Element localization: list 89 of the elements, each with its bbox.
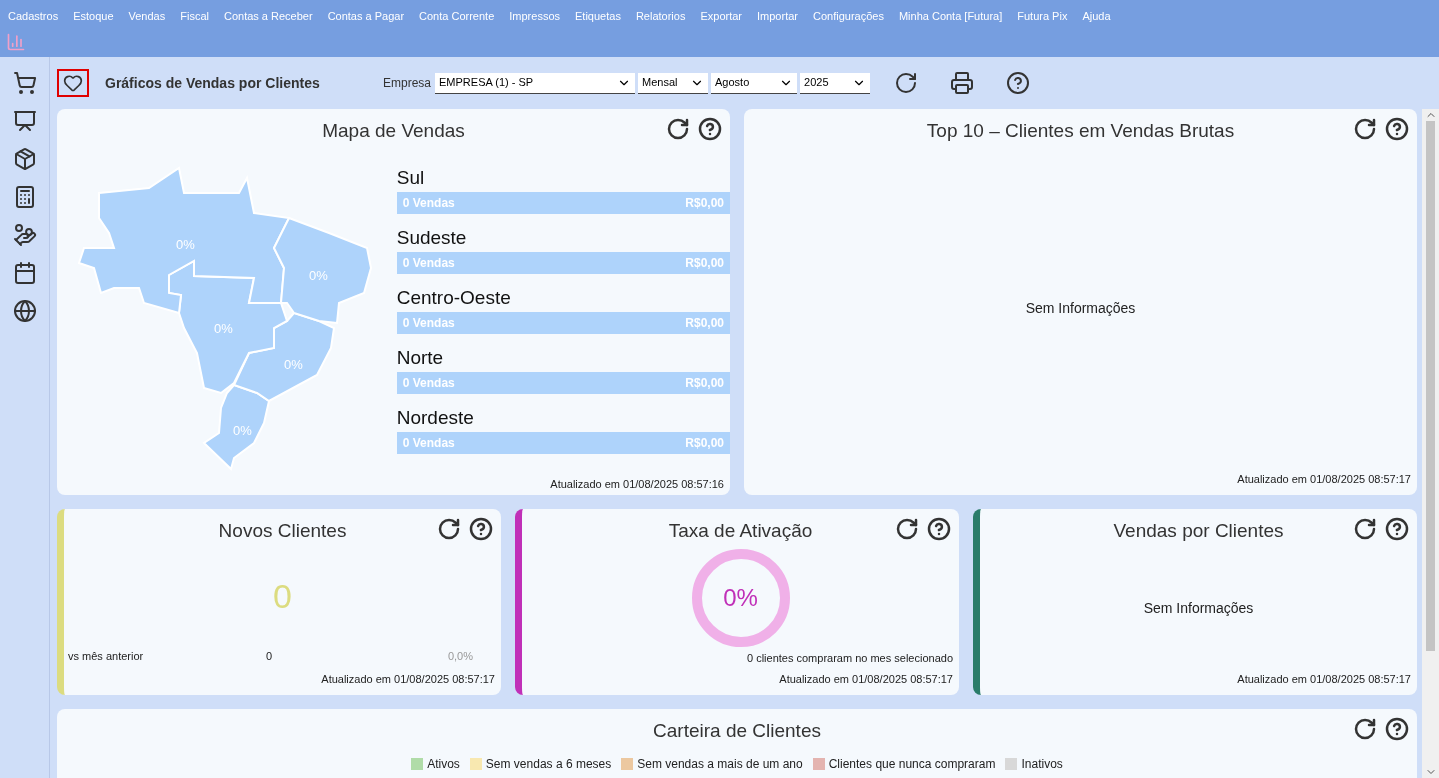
menu-item[interactable]: Cadastros xyxy=(6,7,61,25)
menu-item[interactable]: Configurações xyxy=(811,7,886,25)
activation-note: 0 clientes compraram no mes selecionado xyxy=(745,651,954,666)
updated-timestamp: Atualizado em 01/08/2025 08:57:17 xyxy=(1236,471,1412,487)
refresh-icon[interactable] xyxy=(1353,517,1377,541)
new-clients-count: 0 xyxy=(273,576,292,618)
package-icon[interactable] xyxy=(12,147,37,171)
sales-amount: R$0,00 xyxy=(685,374,724,392)
compare-label: vs mês anterior xyxy=(68,649,145,664)
region-name: Sul xyxy=(396,165,426,190)
menu-item[interactable]: Futura Pix xyxy=(1015,7,1070,25)
sales-count: 0 Vendas xyxy=(402,434,455,452)
updated-timestamp: Atualizado em 01/08/2025 08:57:17 xyxy=(320,671,496,687)
refresh-icon[interactable] xyxy=(1353,717,1377,741)
region-percent: 0% xyxy=(214,319,233,338)
calendar-icon[interactable] xyxy=(12,261,37,285)
print-icon[interactable] xyxy=(950,71,975,95)
activation-rate: 0% xyxy=(723,582,758,613)
empty-message: Sem Informações xyxy=(1143,598,1254,618)
cart-icon[interactable] xyxy=(12,71,37,95)
menu-item[interactable]: Fiscal xyxy=(178,7,211,25)
updated-timestamp: Atualizado em 01/08/2025 08:57:16 xyxy=(549,476,725,492)
menu-item[interactable]: Contas a Pagar xyxy=(325,7,407,25)
legend-label: Sem vendas a 6 meses xyxy=(485,755,612,773)
compare-percent: 0,0% xyxy=(447,649,473,664)
menu-item[interactable]: Importar xyxy=(755,7,800,25)
card-title: Vendas por Clientes xyxy=(1113,520,1284,541)
region-percent: 0% xyxy=(309,266,328,285)
menu-item[interactable]: Contas a Receber xyxy=(221,7,315,25)
sales-count: 0 Vendas xyxy=(402,314,455,332)
refresh-icon[interactable] xyxy=(894,71,919,95)
help-icon[interactable] xyxy=(698,117,722,141)
sales-amount: R$0,00 xyxy=(685,194,724,212)
dropdown[interactable]: Agosto xyxy=(711,72,798,94)
menu-item[interactable]: Impressos xyxy=(507,7,563,25)
sales-count: 0 Vendas xyxy=(402,254,455,272)
coins-icon[interactable] xyxy=(12,223,37,247)
legend-label: Sem vendas a mais de um ano xyxy=(637,755,803,773)
menu-item[interactable]: Ajuda xyxy=(1080,7,1113,25)
heart-icon xyxy=(63,73,83,93)
legend-label: Clientes que nunca compraram xyxy=(828,755,996,773)
region-name: Nordeste xyxy=(396,405,475,430)
region-name: Norte xyxy=(396,345,445,370)
dropdown[interactable]: EMPRESA (1) - SP xyxy=(435,72,636,94)
favorite-button[interactable] xyxy=(57,69,89,97)
refresh-icon[interactable] xyxy=(1353,117,1377,141)
page-title: Gráficos de Vendas por Clientes xyxy=(104,73,321,93)
region-name: Centro-Oeste xyxy=(396,285,512,310)
refresh-icon[interactable] xyxy=(666,117,690,141)
menu-item[interactable]: Exportar xyxy=(698,7,744,25)
dropdown[interactable]: 2025 xyxy=(800,72,871,94)
sales-count: 0 Vendas xyxy=(402,374,455,392)
card-title: Taxa de Ativação xyxy=(668,520,813,541)
sales-amount: R$0,00 xyxy=(685,254,724,272)
help-icon[interactable] xyxy=(1385,517,1409,541)
updated-timestamp: Atualizado em 01/08/2025 08:57:17 xyxy=(778,671,954,687)
menu-item[interactable]: Estoque xyxy=(71,7,116,25)
help-icon[interactable] xyxy=(1006,71,1031,95)
help-icon[interactable] xyxy=(469,517,493,541)
globe-icon[interactable] xyxy=(12,299,37,323)
refresh-icon[interactable] xyxy=(895,517,919,541)
dropdown[interactable]: Mensal xyxy=(638,72,709,94)
refresh-icon[interactable] xyxy=(437,517,461,541)
help-icon[interactable] xyxy=(1385,717,1409,741)
compare-value: 0 xyxy=(266,649,273,664)
sales-amount: R$0,00 xyxy=(685,434,724,452)
updated-timestamp: Atualizado em 01/08/2025 08:57:17 xyxy=(1236,671,1412,687)
menu-item[interactable]: Conta Corrente xyxy=(417,7,497,25)
sales-amount: R$0,00 xyxy=(685,314,724,332)
legend-label: Ativos xyxy=(427,755,460,773)
help-icon[interactable] xyxy=(1385,117,1409,141)
empty-message: Sem Informações xyxy=(1025,298,1136,318)
card-title: Top 10 – Clientes em Vendas Brutas xyxy=(926,120,1235,141)
menu-item[interactable]: Vendas xyxy=(126,7,168,25)
region-percent: 0% xyxy=(233,421,252,440)
region-name: Sudeste xyxy=(396,225,468,250)
region-percent: 0% xyxy=(284,355,303,374)
card-title: Mapa de Vendas xyxy=(322,120,465,141)
legend-label: Inativos xyxy=(1021,755,1063,773)
card-title: Carteira de Clientes xyxy=(653,720,821,741)
filter-label: Empresa xyxy=(383,75,432,92)
sales-count: 0 Vendas xyxy=(402,194,455,212)
menu-item[interactable]: Relatorios xyxy=(633,7,688,25)
menu-item[interactable]: Minha Conta [Futura] xyxy=(896,7,1005,25)
card-title: Novos Clientes xyxy=(218,520,347,541)
region-percent: 0% xyxy=(176,235,195,254)
menu-item[interactable]: Etiquetas xyxy=(573,7,623,25)
presentation-icon[interactable] xyxy=(12,109,37,133)
help-icon[interactable] xyxy=(927,517,951,541)
